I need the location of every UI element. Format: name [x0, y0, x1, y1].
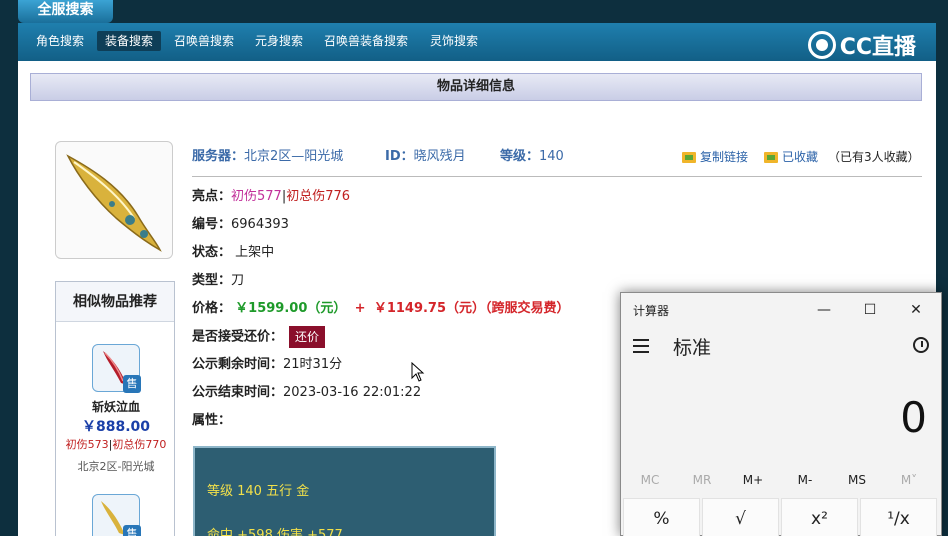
attributes-label: 属性：	[192, 413, 232, 428]
memory-store-button[interactable]: MS	[831, 473, 883, 487]
id-value: 晓风残月	[413, 149, 466, 164]
nav-item-yuanshen-search[interactable]: 元身搜索	[247, 31, 311, 51]
price-plus: +	[354, 301, 366, 316]
sale-badge-2: 售	[123, 525, 141, 536]
id-label: ID：	[385, 149, 414, 164]
close-button[interactable]: ✕	[893, 297, 939, 323]
calculator-display: 0	[900, 393, 927, 442]
calculator-window: 计算器 — ☐ ✕ 标准 0 MC MR M+ M- MS M˅ % √ x² …	[620, 292, 942, 536]
memory-clear-button[interactable]: MC	[624, 473, 676, 487]
status-row: 状态： 上架中	[192, 243, 274, 263]
similar-tag-a: 初伤573	[65, 438, 109, 451]
end-time-label: 公示结束时间：	[192, 385, 284, 400]
id-info: ID：晓风残月	[385, 147, 466, 167]
price-label: 价格：	[192, 301, 232, 316]
similar-items-title: 相似物品推荐	[56, 282, 174, 322]
price-fee: ￥1149.75（元）（跨服交易费）	[373, 301, 570, 316]
nav-bar: 角色搜索 装备搜索 召唤兽搜索 元身搜索 召唤兽装备搜索 灵饰搜索 CC直播	[18, 23, 936, 61]
remaining-label: 公示剩余时间：	[192, 357, 284, 372]
type-label: 类型：	[192, 273, 232, 288]
type-value: 刀	[231, 273, 245, 288]
sqrt-key[interactable]: √	[702, 498, 779, 536]
similar-item-icon-2[interactable]: 售	[92, 494, 141, 536]
nav-item-equipment-search[interactable]: 装备搜索	[97, 31, 162, 51]
attributes-box: 等级 140 五行 金 命中 +598 伤害 +577	[193, 446, 496, 536]
status-value: 上架中	[235, 245, 275, 260]
calculator-title: 计算器	[633, 304, 670, 318]
highlight-a: 初伤577	[231, 189, 282, 204]
type-row: 类型：刀	[192, 271, 244, 291]
status-label: 状态：	[192, 245, 232, 260]
percent-key[interactable]: %	[623, 498, 700, 536]
reciprocal-key[interactable]: ¹/x	[860, 498, 937, 536]
highlight-label: 亮点：	[192, 189, 232, 204]
copy-link-icon	[682, 151, 696, 163]
attribute-line: 等级 140 五行 金	[207, 484, 310, 499]
calculator-mode: 标准	[673, 337, 712, 359]
menu-icon[interactable]	[633, 339, 649, 357]
nav-item-pet-search[interactable]: 召唤兽搜索	[166, 31, 242, 51]
level-label: 等级：	[500, 149, 540, 164]
favorite-label: 已收藏	[782, 150, 819, 164]
server-value: 北京2区—阳光城	[244, 149, 344, 164]
memory-add-button[interactable]: M+	[727, 473, 779, 487]
similar-items-box: 相似物品推荐 售 斩妖泣血 ￥888.00 初伤573|初总伤770 北京2区-…	[55, 281, 175, 536]
nav-item-accessory-search[interactable]: 灵饰搜索	[422, 31, 486, 51]
server-label: 服务器：	[192, 149, 245, 164]
price-row: 价格： ￥1599.00（元） + ￥1149.75（元）（跨服交易费）	[192, 299, 570, 319]
server-info: 服务器：北京2区—阳光城	[192, 147, 343, 167]
panel-title: 物品详细信息	[30, 73, 922, 101]
memory-subtract-button[interactable]: M-	[779, 473, 831, 487]
maximize-button[interactable]: ☐	[847, 297, 893, 323]
similar-item-server: 北京2区-阳光城	[77, 460, 155, 473]
bargain-label: 是否接受还价：	[192, 329, 284, 345]
top-tab-global-search[interactable]: 全服搜索	[18, 0, 113, 23]
similar-tag-b: 初总伤770	[112, 438, 167, 451]
mouse-cursor-icon	[411, 362, 425, 382]
favorite-icon	[764, 151, 778, 163]
minimize-button[interactable]: —	[801, 297, 847, 323]
serial-row: 编号：6964393	[192, 215, 289, 235]
similar-item-icon[interactable]: 售	[92, 344, 141, 393]
end-time-row: 公示结束时间：2023-03-16 22:01:22	[192, 383, 421, 403]
blade-icon	[66, 154, 162, 252]
square-key[interactable]: x²	[781, 498, 858, 536]
end-time-value: 2023-03-16 22:01:22	[283, 385, 422, 400]
cc-live-logo: CC直播	[807, 29, 916, 61]
bargain-button[interactable]: 还价	[289, 326, 326, 348]
serial-value: 6964393	[231, 217, 289, 232]
memory-recall-button[interactable]: MR	[676, 473, 728, 487]
price-main: ￥1599.00（元）	[235, 301, 347, 316]
remaining-value: 21时31分	[283, 357, 343, 372]
logo-text: CC直播	[839, 35, 916, 60]
similar-item-price: ￥888.00	[81, 419, 151, 435]
memory-list-button[interactable]: M˅	[883, 473, 935, 487]
item-image	[55, 141, 173, 259]
level-info: 等级：140	[500, 147, 564, 167]
item-info-header: 服务器：北京2区—阳光城 ID：晓风残月 等级：140 复制链接 已收藏 （已有…	[192, 147, 922, 177]
sale-badge: 售	[123, 375, 141, 393]
favorite-button[interactable]: 已收藏	[764, 147, 818, 167]
attributes-row: 属性：	[192, 411, 231, 431]
similar-item-tags: 初伤573|初总伤770	[56, 436, 176, 452]
highlight-row: 亮点：初伤577|初总伤776	[192, 187, 350, 207]
favorite-count: （已有3人收藏）	[828, 150, 920, 164]
copy-link-label: 复制链接	[700, 150, 749, 164]
logo-icon	[807, 31, 836, 59]
highlight-b: 初总伤776	[286, 189, 351, 204]
similar-item-name[interactable]: 斩妖泣血	[56, 398, 176, 415]
remaining-row: 公示剩余时间：21时31分	[192, 355, 342, 375]
attribute-line: 命中 +598 伤害 +577	[207, 528, 343, 536]
serial-label: 编号：	[192, 217, 232, 232]
nav-item-role-search[interactable]: 角色搜索	[28, 31, 92, 51]
bargain-row: 是否接受还价： 还价	[192, 326, 326, 348]
history-icon[interactable]	[913, 337, 929, 353]
level-value: 140	[539, 149, 564, 164]
nav-item-pet-equipment-search[interactable]: 召唤兽装备搜索	[316, 31, 416, 51]
copy-link-button[interactable]: 复制链接	[682, 147, 748, 167]
